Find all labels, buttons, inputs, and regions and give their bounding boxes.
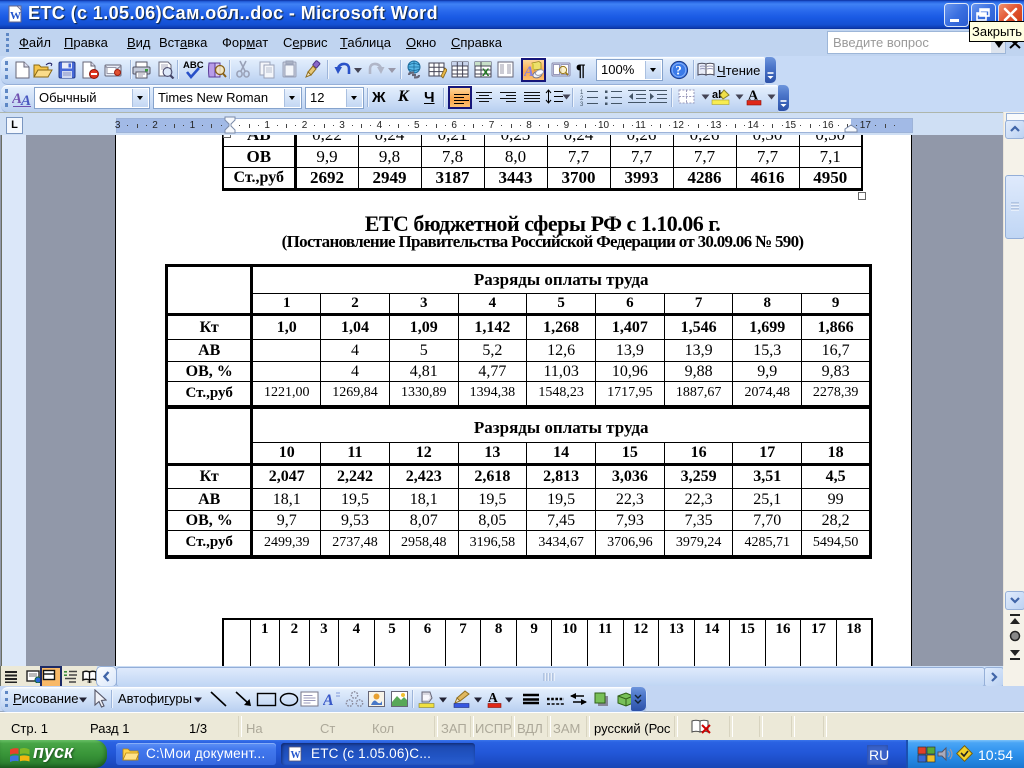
svg-text:ABC: ABC [183, 60, 204, 71]
svg-text:A: A [323, 692, 334, 708]
svg-text:?: ? [675, 63, 682, 78]
svg-text:W: W [10, 10, 21, 22]
svg-text:3: 3 [580, 102, 584, 107]
svg-text:W: W [291, 750, 301, 761]
svg-text:A: A [524, 64, 534, 79]
svg-text:А: А [488, 690, 498, 705]
svg-text:¶: ¶ [576, 61, 585, 79]
svg-text:A: A [20, 93, 31, 108]
svg-text:X: X [482, 67, 490, 79]
